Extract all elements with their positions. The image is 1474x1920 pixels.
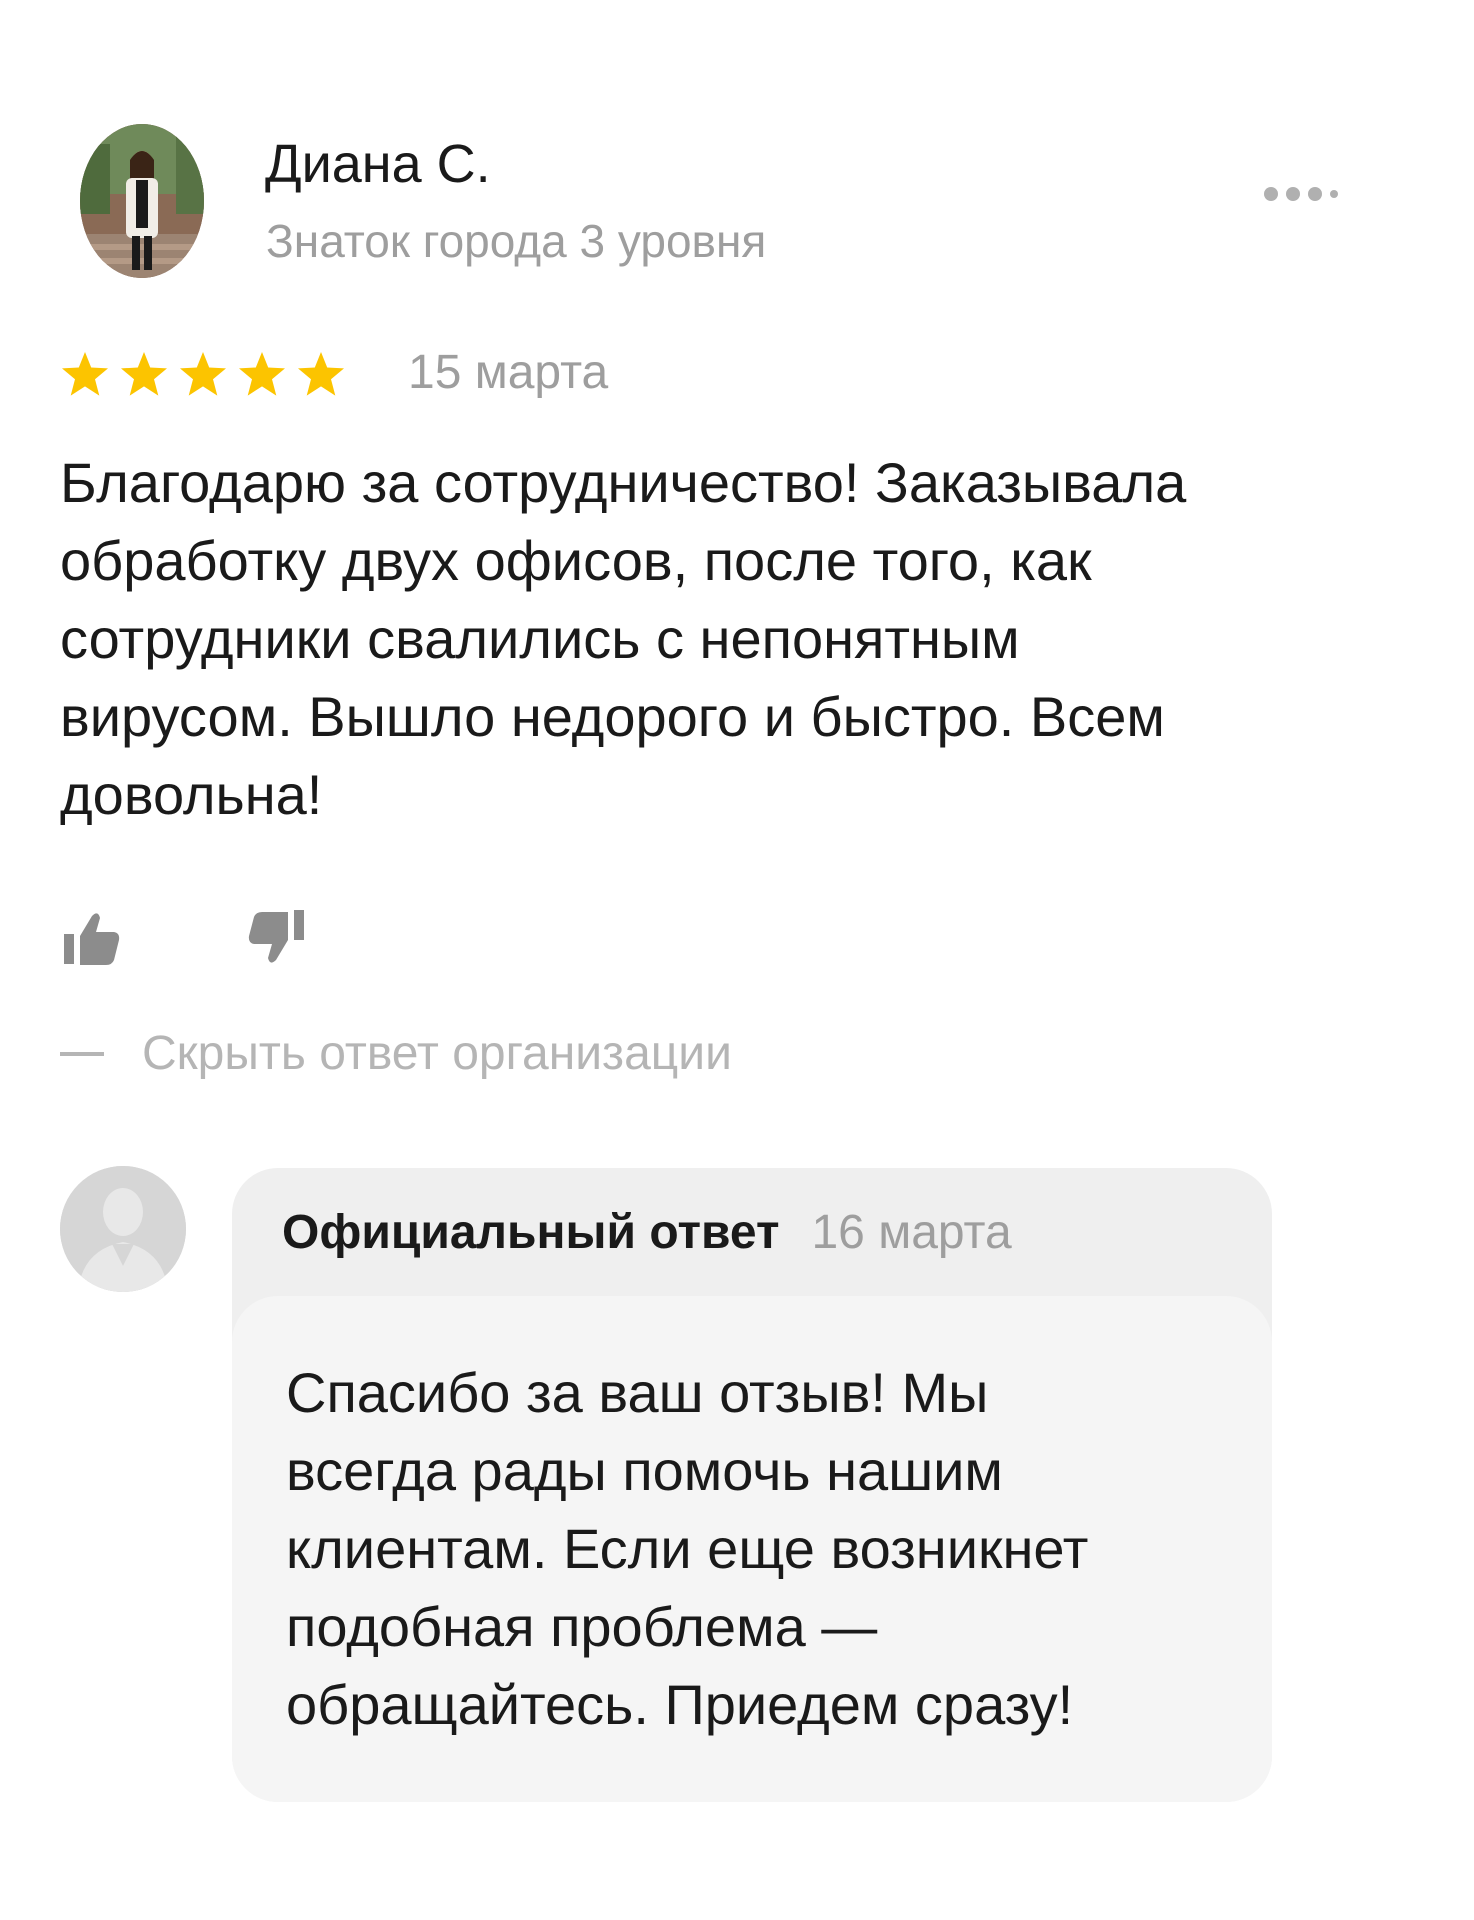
text-line: Благодарю за сотрудничество! Заказывала: [60, 451, 1187, 514]
review-text: Благодарю за сотрудничество! Заказывала о…: [60, 444, 1420, 834]
thumbs-down-icon: [248, 910, 304, 963]
organization-avatar-placeholder-icon: [60, 1166, 186, 1292]
review-card: Диана С. Знаток города 3 уровня 15 марта…: [0, 0, 1474, 1920]
hide-reply-label: Скрыть ответ организации: [142, 1027, 732, 1080]
star-filled-icon: [239, 352, 285, 396]
star-filled-icon: [298, 352, 344, 396]
dislike-button[interactable]: [244, 906, 306, 968]
thumbs-up-icon: [64, 913, 120, 965]
reply-header: Официальный ответ 16 марта: [282, 1200, 1012, 1266]
like-button[interactable]: [62, 910, 124, 968]
text-line: сотрудники свалились с непонятным: [60, 607, 1020, 670]
reply-text: Спасибо за ваш отзыв! Мы всегда рады помо…: [286, 1354, 1246, 1744]
text-line: довольна!: [60, 763, 323, 826]
user-photo-avatar-icon: [80, 124, 204, 278]
review-date: 15 марта: [408, 346, 609, 399]
author-level: Знаток города 3 уровня: [266, 215, 767, 267]
star-filled-icon: [62, 352, 108, 396]
star-filled-icon: [180, 352, 226, 396]
text-line: клиентам. Если еще возникнет: [286, 1517, 1089, 1580]
reply-date: 16 марта: [811, 1206, 1012, 1259]
more-button[interactable]: [1262, 176, 1352, 212]
text-line: обработку двух офисов, после того, как: [60, 529, 1092, 592]
text-line: подобная проблема —: [286, 1595, 878, 1658]
hide-reply-link[interactable]: Скрыть ответ организации: [60, 1024, 732, 1084]
text-line: Спасибо за ваш отзыв! Мы: [286, 1361, 989, 1424]
text-line: вирусом. Вышло недорого и быстро. Всем: [60, 685, 1165, 748]
author-name[interactable]: Диана С.: [265, 132, 491, 196]
organization-avatar: [60, 1166, 186, 1292]
star-filled-icon: [121, 352, 167, 396]
rating-stars: [60, 350, 346, 402]
more-dots-icon: [1264, 187, 1338, 201]
text-line: обращайтесь. Приедем сразу!: [286, 1673, 1074, 1736]
author-avatar[interactable]: [80, 124, 204, 278]
reply-title: Официальный ответ: [282, 1206, 780, 1259]
reply-body: Спасибо за ваш отзыв! Мы всегда рады помо…: [232, 1296, 1272, 1802]
text-line: всегда рады помочь нашим: [286, 1439, 1003, 1502]
official-reply-card: Официальный ответ 16 марта Спасибо за ва…: [232, 1168, 1272, 1802]
dash-divider: [60, 1052, 104, 1056]
